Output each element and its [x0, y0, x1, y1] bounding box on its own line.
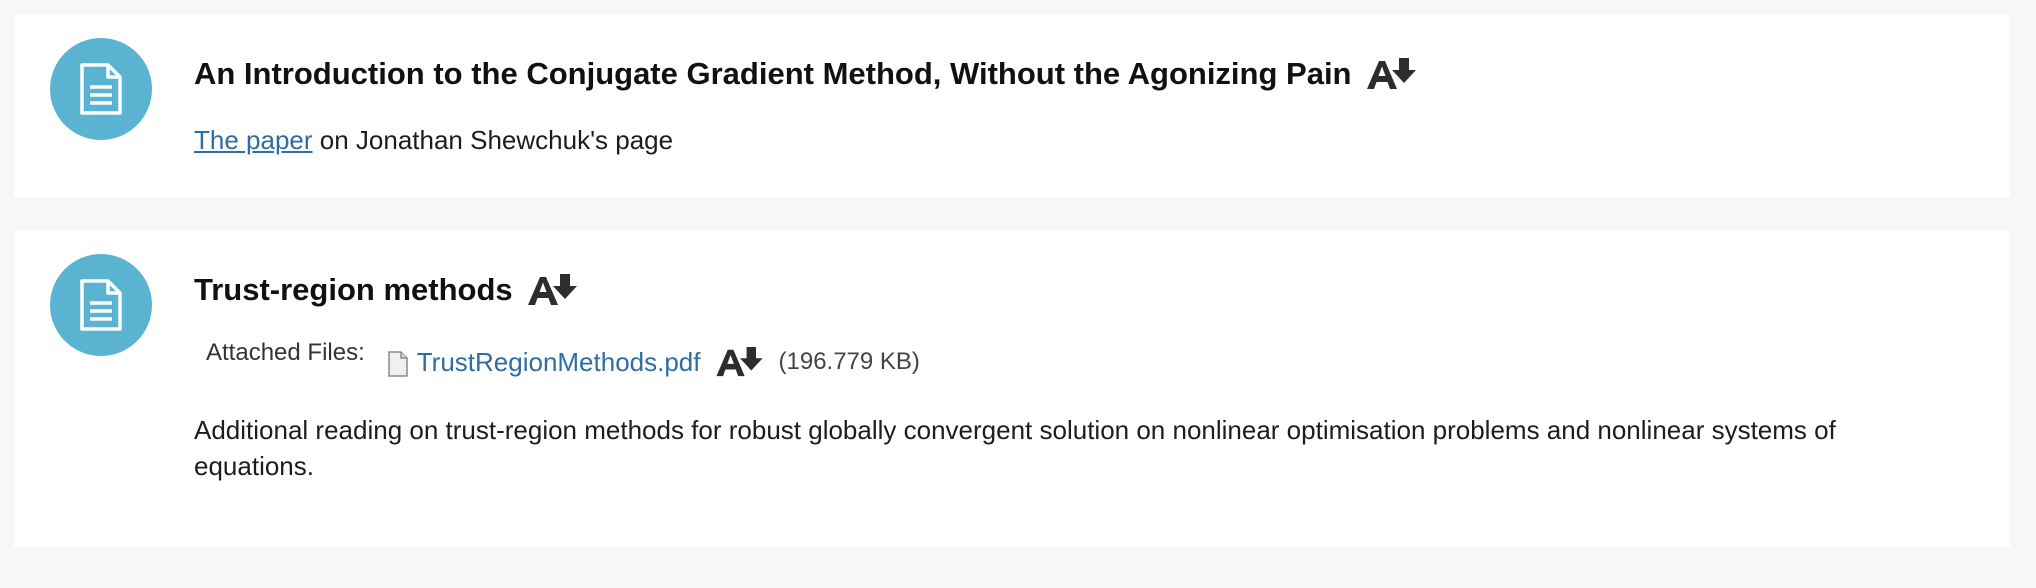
read-aloud-icon[interactable] — [715, 346, 765, 378]
attached-files-row: Attached Files: TrustRegionMethods.pdf (… — [206, 339, 920, 378]
read-aloud-icon[interactable] — [1366, 57, 1418, 91]
attached-file-link[interactable]: TrustRegionMethods.pdf — [417, 347, 701, 378]
item-title: An Introduction to the Conjugate Gradien… — [194, 56, 1352, 91]
item-title-row: An Introduction to the Conjugate Gradien… — [194, 56, 1418, 92]
item-description: Additional reading on trust-region metho… — [194, 415, 1836, 481]
content-item-trust-region: Trust-region methods Attached Files: Tru… — [14, 230, 2010, 547]
paper-link[interactable]: The paper — [194, 125, 313, 155]
document-icon — [50, 38, 152, 140]
item-title-row: Trust-region methods — [194, 272, 579, 308]
item-description: The paper on Jonathan Shewchuk's page — [194, 122, 673, 158]
file-icon — [387, 351, 409, 377]
link-suffix-text: on Jonathan Shewchuk's page — [312, 125, 674, 155]
attached-files-label: Attached Files: — [206, 339, 365, 366]
content-item-conjugate-gradient: An Introduction to the Conjugate Gradien… — [14, 14, 2010, 197]
document-icon — [50, 254, 152, 356]
read-aloud-icon[interactable] — [527, 273, 579, 307]
file-size: (196.779 KB) — [778, 348, 920, 375]
item-title: Trust-region methods — [194, 272, 513, 307]
